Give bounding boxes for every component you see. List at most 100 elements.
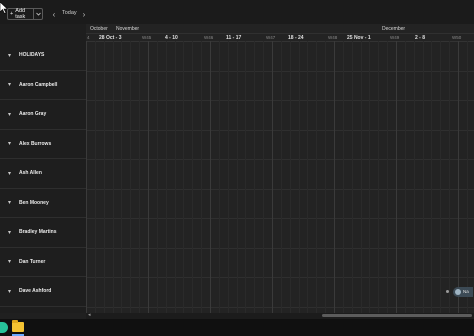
- collapse-chevron-icon[interactable]: ▾: [8, 52, 16, 59]
- toolbar: + Add task ‹ Today ›: [0, 0, 474, 25]
- grid-day-line: [440, 41, 441, 313]
- active-app-indicator: [12, 334, 24, 336]
- grid-day-line: [423, 41, 424, 313]
- grid-day-line: [307, 41, 308, 313]
- add-task-main[interactable]: + Add task: [8, 8, 33, 20]
- week-number: 4: [87, 35, 90, 40]
- grid-day-line: [166, 41, 167, 313]
- folder-icon[interactable]: [12, 320, 24, 332]
- resource-row[interactable]: ▾ Ash Allen: [0, 159, 86, 189]
- grid-day-line: [86, 41, 87, 313]
- grid-day-line: [130, 41, 131, 313]
- week-number: W48: [328, 35, 338, 40]
- resource-row[interactable]: ▾ Ben Mooney: [0, 189, 86, 218]
- scroll-left-icon[interactable]: ◂: [88, 312, 91, 318]
- resource-label: Aaron Campbell: [19, 81, 58, 88]
- grid-row-line: [86, 189, 474, 190]
- month-label: November: [116, 26, 140, 32]
- grid-day-line: [343, 41, 344, 313]
- add-task-label: Add task: [15, 8, 26, 20]
- collapse-chevron-icon[interactable]: ▾: [8, 199, 16, 206]
- timeline-view[interactable]: October November December 4 28 Oct - 3 W…: [86, 24, 474, 313]
- avatar: [455, 288, 461, 295]
- grid-day-line: [192, 41, 193, 313]
- task-title: Na: [463, 289, 469, 294]
- chevron-left-icon: ‹: [52, 9, 56, 19]
- week-number: W46: [204, 35, 214, 40]
- grid-day-line: [254, 41, 255, 313]
- week-number: W47: [266, 35, 276, 40]
- grid-row-line: [86, 307, 474, 308]
- grid-day-line: [95, 41, 96, 313]
- grid-row-line: [86, 100, 474, 101]
- grid-day-line: [228, 41, 229, 313]
- collapse-chevron-icon[interactable]: ▾: [8, 111, 16, 118]
- grid-day-line: [431, 41, 432, 313]
- grid-day-line: [467, 41, 468, 313]
- resource-label: Bradley Martins: [19, 229, 57, 236]
- resource-row[interactable]: ▾ Alex Burrows: [0, 130, 86, 159]
- scrollbar-thumb[interactable]: [322, 314, 472, 317]
- grid-day-line: [183, 41, 184, 313]
- previous-period-button[interactable]: ‹: [50, 8, 58, 20]
- resource-sidebar: ▾ HOLIDAYS ▾ Aaron Campbell ▾ Aaron Gray…: [0, 24, 87, 313]
- grid-day-line: [316, 41, 317, 313]
- grid-day-line: [175, 41, 176, 313]
- collapse-chevron-icon[interactable]: ▾: [8, 81, 16, 88]
- grid-day-line: [201, 41, 202, 313]
- week-range: 4 - 10: [165, 34, 178, 41]
- today-button[interactable]: Today: [62, 10, 77, 16]
- resource-row[interactable]: ▾ Aaron Gray: [0, 100, 86, 130]
- add-task-dropdown[interactable]: [33, 9, 42, 19]
- collapse-chevron-icon[interactable]: ▾: [8, 258, 16, 265]
- resource-label: HOLIDAYS: [19, 52, 45, 59]
- grid-row-line: [86, 248, 474, 249]
- week-range: 28 Oct - 3: [99, 34, 122, 41]
- chevron-right-icon: ›: [82, 9, 86, 19]
- grid-day-line: [352, 41, 353, 313]
- collapse-chevron-icon[interactable]: ▾: [8, 170, 16, 177]
- resource-label: Dave Ashford: [19, 288, 52, 295]
- chevron-down-icon: [35, 12, 41, 16]
- resource-row[interactable]: ▾ Dave Ashford: [0, 277, 86, 307]
- grid-day-line: [299, 41, 300, 313]
- collapse-chevron-icon[interactable]: ▾: [8, 229, 16, 236]
- resource-row[interactable]: ▾ Bradley Martins: [0, 218, 86, 248]
- grid-day-line: [113, 41, 114, 313]
- collapse-chevron-icon[interactable]: ▾: [8, 140, 16, 147]
- add-task-button[interactable]: + Add task: [7, 8, 43, 20]
- month-label: October: [90, 26, 108, 32]
- week-range: 25 Nov - 1: [347, 34, 371, 41]
- next-period-button[interactable]: ›: [80, 8, 88, 20]
- grid-day-line: [210, 41, 211, 313]
- app-icon[interactable]: [0, 322, 8, 333]
- grid-day-line: [325, 41, 326, 313]
- grid-day-line: [449, 41, 450, 313]
- grid-day-line: [458, 41, 459, 313]
- grid-day-line: [219, 41, 220, 313]
- grid-day-line: [405, 41, 406, 313]
- resource-row[interactable]: ▾ Aaron Campbell: [0, 71, 86, 100]
- grid-row-line: [86, 218, 474, 219]
- grid-day-line: [414, 41, 415, 313]
- grid-day-line: [334, 41, 335, 313]
- task-pill[interactable]: Na: [453, 286, 473, 297]
- grid-day-line: [263, 41, 264, 313]
- grid-day-line: [104, 41, 105, 313]
- resource-row[interactable]: ▾ Dan Turner: [0, 248, 86, 277]
- grid-day-line: [148, 41, 149, 313]
- resource-label: Alex Burrows: [19, 140, 52, 147]
- os-taskbar: [0, 319, 474, 336]
- resource-label: Aaron Gray: [19, 111, 47, 118]
- grid-row-line: [86, 71, 474, 72]
- grid-day-line: [378, 41, 379, 313]
- resource-row-holidays[interactable]: ▾ HOLIDAYS: [0, 41, 86, 71]
- task-chip[interactable]: Na: [446, 286, 474, 297]
- grid-day-line: [290, 41, 291, 313]
- collapse-chevron-icon[interactable]: ▾: [8, 288, 16, 295]
- week-range: 18 - 24: [288, 34, 304, 41]
- grid-row-line: [86, 159, 474, 160]
- grid-day-line: [387, 41, 388, 313]
- week-number: W45: [142, 35, 152, 40]
- timeline-grid[interactable]: Na: [86, 41, 474, 313]
